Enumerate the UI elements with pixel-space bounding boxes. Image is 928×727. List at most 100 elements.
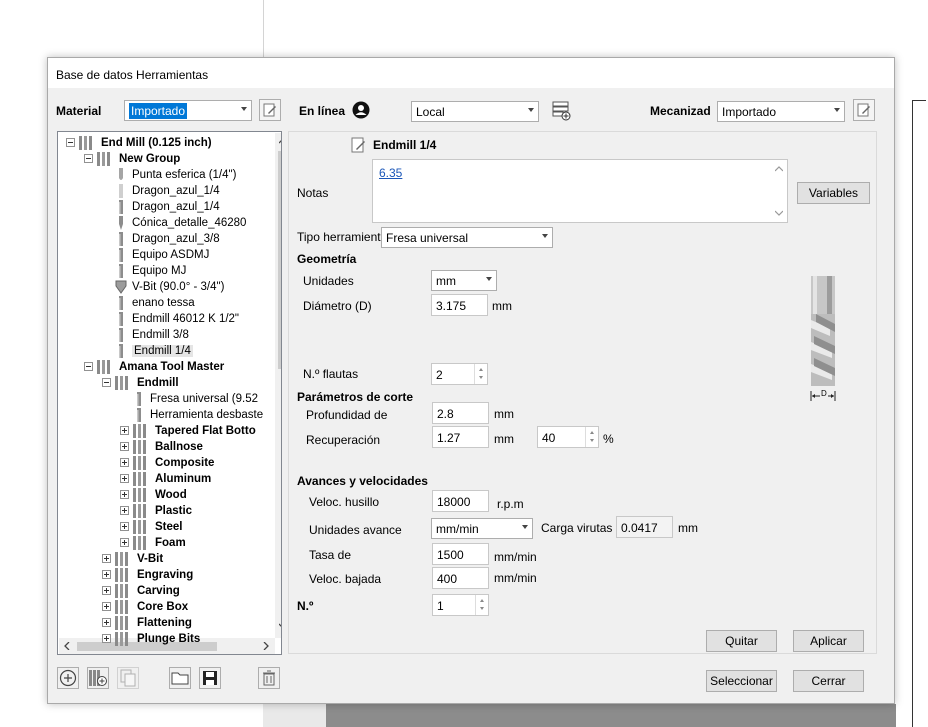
depth-input[interactable]: 2.8 — [432, 402, 489, 424]
collapse-toggle[interactable] — [84, 362, 93, 371]
notes-scrollbar[interactable] — [771, 160, 787, 222]
tree-tool-item[interactable]: Dragon_azul_1/4 — [132, 183, 220, 199]
expand-toggle[interactable] — [120, 474, 129, 483]
tree-group-item[interactable]: Flattening — [137, 615, 192, 631]
account-button[interactable] — [352, 101, 370, 119]
tree-group-item[interactable]: Core Box — [137, 599, 188, 615]
flutes-spin[interactable] — [474, 364, 487, 384]
tool-tree[interactable]: End Mill (0.125 inch) New Group Punta esfe… — [57, 131, 282, 655]
tree-group-item[interactable]: Plunge Bits — [137, 631, 200, 647]
flutes-stepper[interactable]: 2 — [431, 363, 488, 385]
tree-tool-item[interactable]: Dragon_azul_1/4 — [132, 199, 220, 215]
material-select[interactable]: Importado — [124, 100, 252, 121]
tree-tool-item[interactable]: Endmill 46012 K 1/2" — [132, 311, 239, 327]
remove-button[interactable]: Quitar — [706, 630, 777, 652]
tree-group-item[interactable]: End Mill (0.125 inch) — [101, 135, 212, 151]
expand-toggle[interactable] — [120, 426, 129, 435]
variables-button[interactable]: Variables — [797, 182, 870, 204]
edit-material-button[interactable] — [259, 99, 281, 121]
tree-tool-item[interactable]: Cónica_detalle_46280 — [132, 215, 246, 231]
add-tool-button[interactable] — [87, 667, 109, 689]
tool-number-stepper[interactable]: 1 — [432, 594, 489, 616]
tree-item-label: Fresa universal (9.52 — [150, 393, 259, 405]
tool-number-spin[interactable] — [475, 595, 488, 615]
expand-toggle[interactable] — [102, 618, 111, 627]
tree-group-item[interactable]: Wood — [155, 487, 187, 503]
tree-item-label: Endmill — [137, 377, 179, 389]
collapse-toggle[interactable] — [102, 378, 111, 387]
expand-toggle[interactable] — [102, 554, 111, 563]
tree-group-item[interactable]: Foam — [155, 535, 186, 551]
units-select[interactable]: mm — [431, 270, 497, 291]
tree-group-item[interactable]: Ballnose — [155, 439, 203, 455]
tree-tool-item[interactable]: Punta esferica (1/4") — [132, 167, 236, 183]
stepover-input[interactable]: 1.27 — [432, 426, 489, 448]
expand-toggle[interactable] — [120, 538, 129, 547]
expand-toggle[interactable] — [120, 490, 129, 499]
tree-tool-item[interactable]: Equipo MJ — [132, 263, 186, 279]
add-tool-icon — [89, 670, 107, 686]
expand-toggle[interactable] — [120, 458, 129, 467]
collapse-toggle[interactable] — [84, 154, 93, 163]
tree-group-item[interactable]: New Group — [119, 151, 180, 167]
expand-toggle[interactable] — [120, 522, 129, 531]
feed-units-select[interactable]: mm/min — [431, 518, 533, 539]
diameter-input[interactable]: 3.175 — [431, 294, 488, 316]
tree-group-item[interactable]: V-Bit — [137, 551, 163, 567]
plunge-rate-input[interactable]: 400 — [432, 567, 489, 589]
tree-tool-item[interactable]: Herramienta desbaste — [150, 407, 263, 423]
add-group-button[interactable] — [57, 667, 79, 689]
tree-group-item[interactable]: Amana Tool Master — [119, 359, 224, 375]
chevron-down-icon — [279, 623, 281, 627]
expand-toggle[interactable] — [120, 442, 129, 451]
tree-tool-item[interactable]: enano tessa — [132, 295, 195, 311]
tree-group-item[interactable]: Engraving — [137, 567, 193, 583]
tree-tool-item[interactable]: Endmill 1/4 — [132, 343, 193, 359]
tree-tool-item[interactable]: Fresa universal (9.52 — [150, 391, 258, 407]
flutes-value: 2 — [436, 368, 443, 382]
tree-item-label: V-Bit — [137, 553, 164, 565]
machining-select[interactable]: Importado — [717, 101, 845, 122]
expand-toggle[interactable] — [102, 602, 111, 611]
tree-tool-item[interactable]: V-Bit (90.0° - 3/4") — [132, 279, 224, 295]
tree-group-item[interactable]: Plastic — [155, 503, 192, 519]
expand-toggle[interactable] — [102, 586, 111, 595]
chevron-down-icon — [241, 107, 247, 111]
collapse-toggle[interactable] — [66, 138, 75, 147]
save-button[interactable] — [199, 667, 221, 689]
close-button[interactable]: Cerrar — [793, 670, 864, 692]
open-folder-button[interactable] — [169, 667, 191, 689]
edit-machining-button[interactable] — [853, 99, 875, 121]
database-settings-button[interactable] — [551, 100, 573, 122]
apply-button[interactable]: Aplicar — [793, 630, 864, 652]
expand-toggle[interactable] — [102, 570, 111, 579]
tree-group-item[interactable]: Carving — [137, 583, 180, 599]
chevron-up-icon — [279, 140, 281, 144]
tree-tool-item[interactable]: Endmill 3/8 — [132, 327, 189, 343]
tree-group-item[interactable]: Steel — [155, 519, 183, 535]
copy-button[interactable] — [117, 667, 139, 689]
tool-group-icon — [132, 520, 146, 534]
tool-type-select[interactable]: Fresa universal — [381, 227, 553, 248]
expand-toggle[interactable] — [120, 506, 129, 515]
tree-group-item[interactable]: Composite — [155, 455, 214, 471]
tree-group-item[interactable]: Tapered Flat Botto — [155, 423, 256, 439]
location-select[interactable]: Local — [411, 101, 539, 122]
expand-toggle[interactable] — [102, 634, 111, 643]
trash-icon — [263, 670, 275, 686]
tree-tool-item[interactable]: Equipo ASDMJ — [132, 247, 209, 263]
rename-tool-button[interactable] — [350, 136, 368, 154]
spindle-input[interactable]: 18000 — [432, 490, 489, 512]
delete-button[interactable] — [258, 667, 280, 689]
tree-group-item[interactable]: Aluminum — [155, 471, 211, 487]
tree-group-item[interactable]: Endmill — [137, 375, 179, 391]
tree-vertical-scrollbar[interactable] — [275, 133, 281, 638]
select-button[interactable]: Seleccionar — [706, 670, 777, 692]
feed-rate-input[interactable]: 1500 — [432, 543, 489, 565]
scrollbar-thumb[interactable] — [278, 151, 281, 369]
stepover-percent-spin[interactable] — [585, 427, 598, 447]
stepover-percent-stepper[interactable]: 40 — [537, 426, 599, 448]
chevron-right-icon — [263, 642, 269, 650]
notes-field[interactable]: 6.35 — [372, 159, 788, 223]
tree-tool-item[interactable]: Dragon_azul_3/8 — [132, 231, 220, 247]
